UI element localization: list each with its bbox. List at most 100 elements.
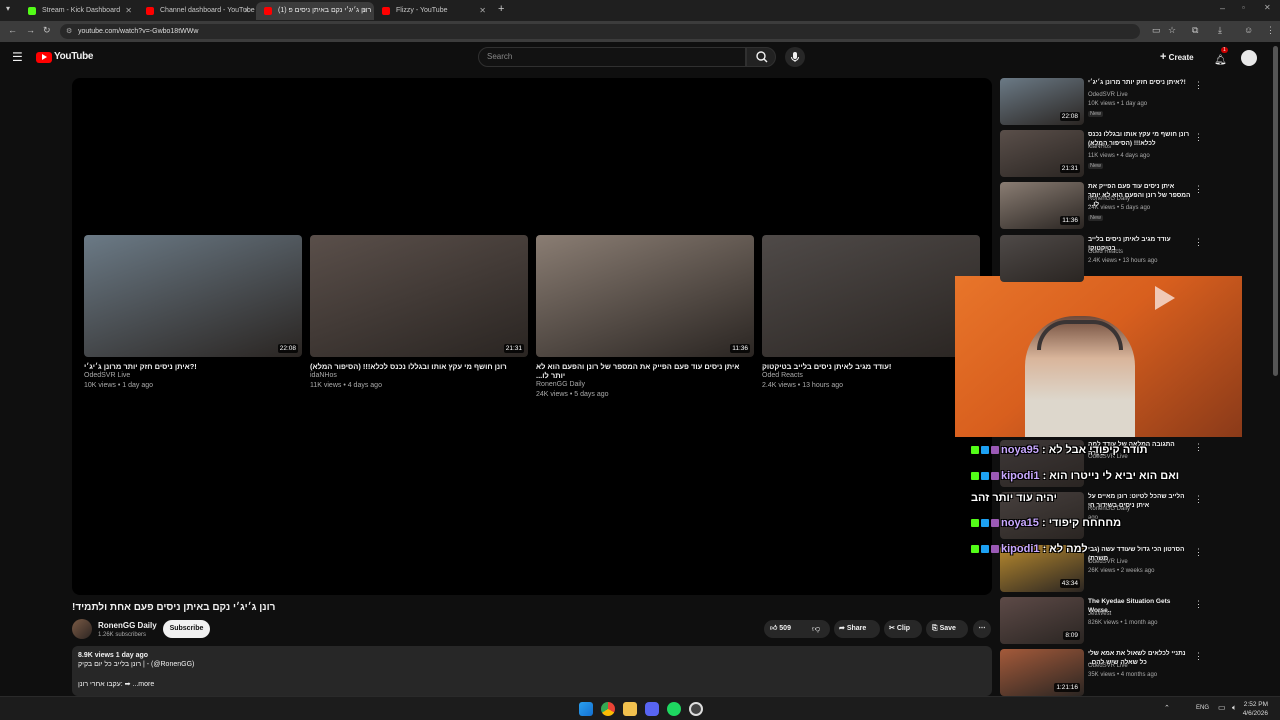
volume-icon[interactable]: 🔈︎ — [1232, 703, 1237, 713]
bookmark-star-icon[interactable]: ☆ — [1168, 25, 1176, 36]
site-info-icon[interactable]: ⚙ — [66, 24, 72, 39]
restore-icon[interactable]: ▫ — [1242, 3, 1245, 12]
channel-name[interactable]: RonenGG Daily — [98, 621, 157, 630]
account-avatar[interactable] — [1241, 50, 1257, 66]
tab-channel-dashboard[interactable]: Channel dashboard - YouTube ✕ — [138, 2, 256, 20]
hamburger-menu-icon[interactable]: ☰ — [12, 50, 23, 64]
recommended-thumbnail[interactable] — [1000, 235, 1084, 282]
end-card[interactable]: 22:08 !?איתן ניסים חזק יותר מרונן ג׳יג׳י O… — [84, 235, 302, 391]
minimize-icon[interactable]: – — [1220, 3, 1225, 13]
recommended-thumbnail[interactable]: 21:31 — [1000, 130, 1084, 177]
recommended-title[interactable]: !?איתן ניסים חזק יותר מרונן ג׳יג׳י — [1088, 78, 1193, 87]
end-card[interactable]: 11:36 איתן ניסים עוד פעם הפייק את המספר ש… — [536, 235, 754, 400]
windows-start-icon[interactable] — [579, 702, 593, 716]
recommended-thumbnail[interactable]: 22:08 — [1000, 78, 1084, 125]
recommended-channel[interactable]: Oded Reacts — [1088, 249, 1123, 255]
recommended-video[interactable]: 22:08 !?איתן ניסים חזק יותר מרונן ג׳יג׳י O… — [1000, 78, 1210, 126]
recommended-video[interactable]: 1:21:16 נתניי לכלאים לשאול את אמא שלי כל … — [1000, 649, 1210, 697]
subscribe-button[interactable]: Subscribe — [163, 620, 210, 638]
recommended-channel[interactable]: RonenGG Daily — [1088, 506, 1130, 512]
end-card-thumbnail[interactable]: 11:36 — [536, 235, 754, 357]
recommended-thumbnail[interactable]: 8:09 — [1000, 597, 1084, 644]
end-card-thumbnail[interactable]: 21:31 — [310, 235, 528, 357]
recommended-video[interactable]: 11:36 איתן ניסים עוד פעם הפייק את המספר ש… — [1000, 182, 1210, 230]
more-options-icon[interactable]: ⋮ — [1194, 184, 1203, 195]
close-tab-icon[interactable]: ✕ — [243, 2, 250, 20]
end-card-channel[interactable]: idaNHos — [310, 371, 528, 381]
recommended-channel[interactable]: idaNHos — [1088, 144, 1111, 150]
recommended-channel[interactable]: RonenGG Daily — [1088, 196, 1130, 202]
clip-button[interactable]: ✂ Clip — [884, 620, 922, 638]
video-description[interactable]: 8.9K views 1 day ago רונן בלייב כל יום ב… — [72, 646, 992, 696]
page-scrollbar[interactable] — [1273, 46, 1278, 376]
close-tab-icon[interactable]: ✕ — [361, 2, 368, 20]
taskbar-clock[interactable]: 2:52 PM 4/6/2026 — [1243, 700, 1268, 718]
more-options-icon[interactable]: ⋮ — [1194, 132, 1203, 143]
end-card-thumbnail[interactable] — [762, 235, 980, 357]
recommended-thumbnail[interactable]: 1:21:16 — [1000, 649, 1084, 696]
more-options-icon[interactable]: ⋮ — [1194, 237, 1203, 248]
end-card-channel[interactable]: Oded Reacts — [762, 371, 980, 381]
end-card-title[interactable]: רונן חושף מי עקץ אותו ובגללו נכנס לכלא!!… — [310, 362, 528, 371]
search-button[interactable] — [746, 47, 776, 67]
chrome-icon[interactable] — [601, 702, 615, 716]
more-options-icon[interactable]: ⋮ — [1194, 494, 1203, 505]
file-explorer-icon[interactable] — [623, 702, 637, 716]
recommended-channel[interactable]: OdedSVR Live — [1088, 559, 1128, 565]
close-tab-icon[interactable]: ✕ — [479, 2, 486, 20]
search-input[interactable]: Search — [478, 47, 746, 67]
new-tab-icon[interactable]: + — [498, 3, 504, 15]
lang-indicator[interactable]: ENG — [1196, 705, 1209, 711]
save-button[interactable]: ⎘ Save — [926, 620, 968, 638]
reload-icon[interactable]: ↻ — [43, 25, 51, 36]
more-options-icon[interactable]: ⋮ — [1194, 547, 1203, 558]
recommended-thumbnail[interactable]: 11:36 — [1000, 182, 1084, 229]
share-button[interactable]: ➦ Share — [834, 620, 880, 638]
profile-icon[interactable]: ☺ — [1244, 25, 1253, 35]
more-options-icon[interactable]: ⋮ — [1194, 80, 1203, 91]
tab-kick-dashboard[interactable]: Stream - Kick Dashboard ✕ — [20, 2, 138, 20]
tab-current-video[interactable]: (1) רונן ג׳יג׳י נקם באיתן ניסים פ ✕ — [256, 2, 374, 20]
end-card[interactable]: 21:31 רונן חושף מי עקץ אותו ובגללו נכנס ל… — [310, 235, 528, 391]
end-card-thumbnail[interactable]: 22:08 — [84, 235, 302, 357]
tab-flizzy[interactable]: Flizzy - YouTube ✕ — [374, 2, 492, 20]
end-card-title[interactable]: !עודד מגיב לאיתן ניסים בלייב בטיקטוק — [762, 362, 980, 371]
network-icon[interactable]: ▭ — [1218, 703, 1226, 712]
obs-icon[interactable] — [689, 702, 703, 716]
discord-icon[interactable] — [645, 702, 659, 716]
more-options-icon[interactable]: ⋮ — [1194, 651, 1203, 662]
tray-chevron-icon[interactable]: ⌃ — [1164, 704, 1170, 712]
spotify-icon[interactable] — [667, 702, 681, 716]
end-card-channel[interactable]: OdedSVR Live — [84, 371, 302, 381]
menu-dots-icon[interactable]: ⋮ — [1266, 25, 1275, 36]
extensions-icon[interactable]: ⧉ — [1192, 25, 1198, 36]
end-card-title[interactable]: !?איתן ניסים חזק יותר מרונן ג׳יג׳י — [84, 362, 302, 371]
end-card-title[interactable]: איתן ניסים עוד פעם הפייק את המספר של רונ… — [536, 362, 754, 380]
description-more[interactable]: עקבו אחרי רונן: ➡ ...more — [78, 680, 986, 688]
recommended-video[interactable]: 21:31 רונן חושף מי עקץ אותו ובגללו נכנס ל… — [1000, 130, 1210, 178]
download-icon[interactable]: ⤓ — [1218, 25, 1222, 36]
voice-search-button[interactable] — [785, 47, 805, 67]
forward-icon[interactable]: → — [26, 25, 35, 35]
more-options-icon[interactable]: ⋮ — [1194, 442, 1203, 453]
tab-list-icon[interactable]: ▾ — [6, 4, 10, 13]
back-icon[interactable]: ← — [8, 25, 17, 35]
install-icon[interactable]: ▭ — [1152, 25, 1161, 36]
close-window-icon[interactable]: ✕ — [1264, 3, 1271, 12]
more-actions-button[interactable]: ⋯ — [973, 620, 991, 638]
recommended-video[interactable]: 8:09 The Kyedae Situation Gets Worse.. Jet… — [1000, 597, 1210, 645]
end-card-channel[interactable]: RonenGG Daily — [536, 380, 754, 390]
recommended-channel[interactable]: OdedSVR Live — [1088, 92, 1128, 98]
like-button[interactable]: 👍︎ 509 — [766, 620, 802, 638]
more-options-icon[interactable]: ⋮ — [1194, 599, 1203, 610]
notifications-button[interactable]: 🔔︎ 1 — [1214, 47, 1228, 66]
create-button[interactable]: + Create — [1160, 49, 1194, 65]
recommended-channel[interactable]: OdedSVR Live — [1088, 663, 1128, 669]
end-card[interactable]: !עודד מגיב לאיתן ניסים בלייב בטיקטוק Oded… — [762, 235, 980, 391]
recommended-video[interactable]: עודד מגיב לאיתן ניסים בלייב בטיקטוק! Oded… — [1000, 235, 1210, 283]
dislike-button[interactable]: 👎︎ — [806, 620, 826, 638]
close-tab-icon[interactable]: ✕ — [125, 2, 132, 20]
recommended-channel[interactable]: JettWest — [1088, 611, 1111, 617]
url-field[interactable]: ⚙ youtube.com/watch?v=-Gwbo18tWWw — [60, 24, 1140, 39]
channel-avatar[interactable] — [72, 619, 92, 639]
